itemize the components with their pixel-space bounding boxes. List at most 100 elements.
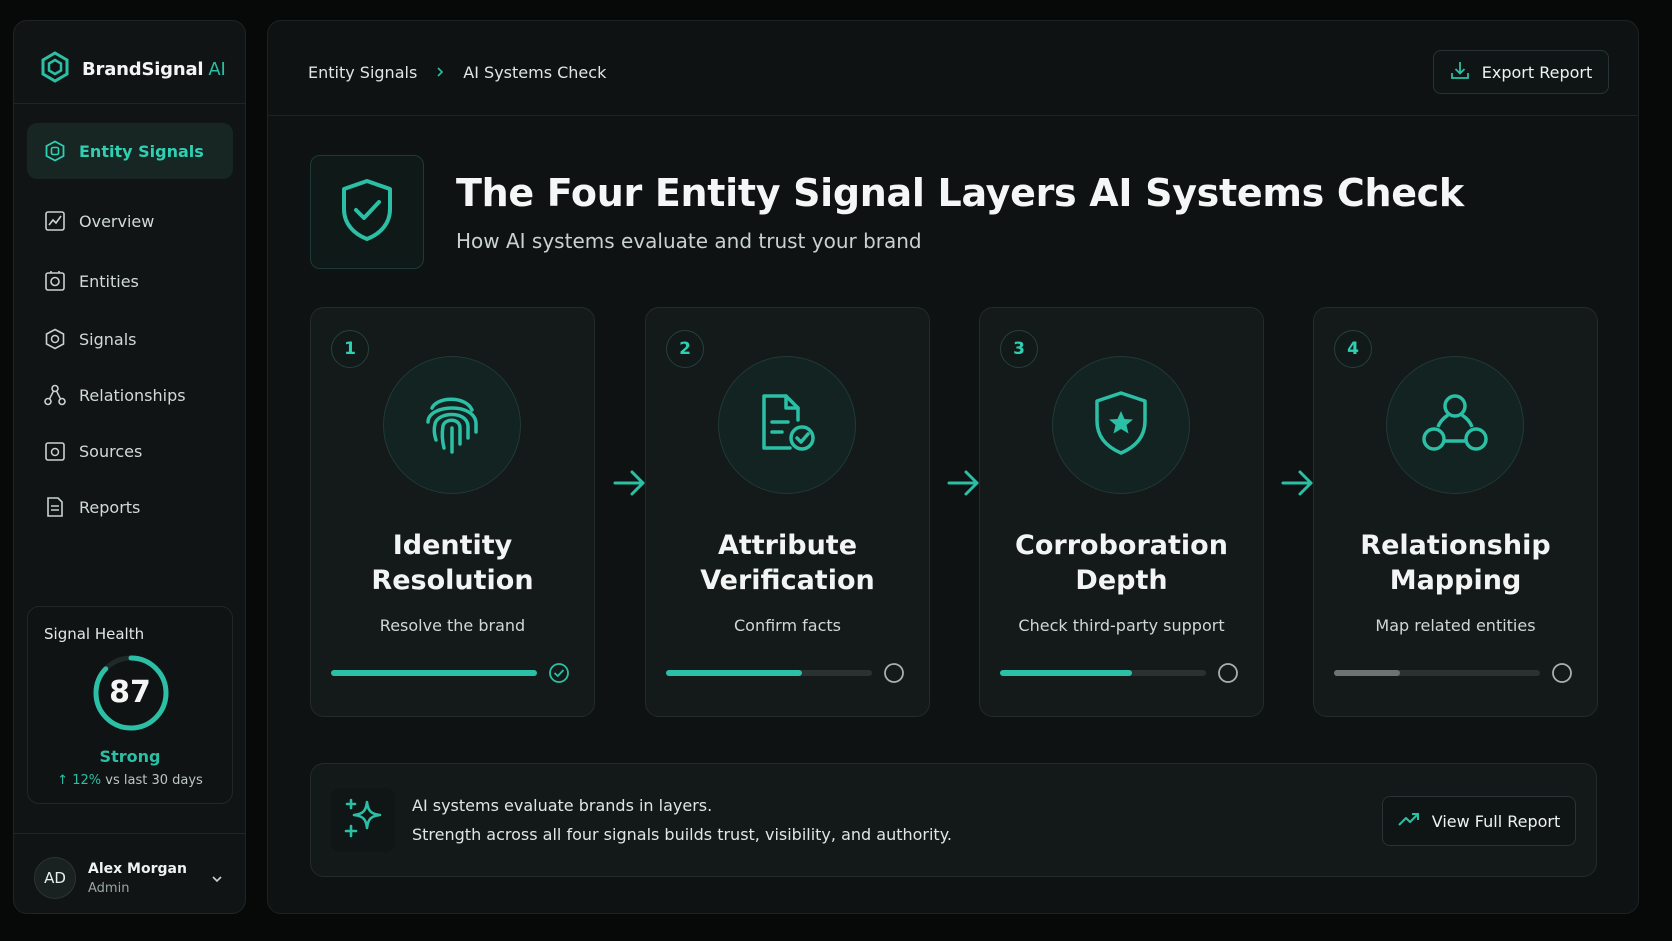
fingerprint-icon bbox=[420, 388, 484, 462]
sidebar-item-relationships[interactable]: Relationships bbox=[27, 367, 233, 423]
sidebar-item-reports[interactable]: Reports bbox=[27, 479, 233, 535]
breadcrumb: Entity Signals AI Systems Check bbox=[308, 63, 606, 82]
signal-health-score: 87 bbox=[109, 675, 151, 710]
step-number: 4 bbox=[1334, 330, 1372, 368]
pending-circle-icon bbox=[1217, 662, 1239, 684]
progress-fill bbox=[1334, 670, 1400, 676]
insight-banner: AI systems evaluate brands in layers. St… bbox=[310, 763, 1597, 877]
hero-shield bbox=[310, 155, 424, 269]
sidebar-item-label: Signals bbox=[79, 329, 137, 349]
sidebar-item-label: Relationships bbox=[79, 385, 186, 405]
trending-up-icon bbox=[1398, 811, 1420, 831]
card-icon-circle bbox=[1052, 356, 1190, 494]
hexagon-logo-icon bbox=[40, 51, 70, 87]
signal-health-card: Signal Health 87 Strong ↑ 12% vs last 30… bbox=[27, 606, 233, 804]
sidebar-item-label: Reports bbox=[79, 497, 141, 517]
insight-line-1: AI systems evaluate brands in layers. bbox=[412, 796, 713, 815]
delta-value: 12% bbox=[72, 773, 102, 788]
card-icon-circle bbox=[1386, 356, 1524, 494]
breadcrumb-current: AI Systems Check bbox=[463, 63, 607, 82]
chevron-down-icon[interactable] bbox=[210, 871, 224, 890]
card-description: Check third-party support bbox=[1018, 616, 1225, 635]
progress-bar bbox=[1000, 670, 1206, 676]
sidebar-item-overview[interactable]: Overview bbox=[27, 191, 233, 251]
divider bbox=[14, 103, 245, 104]
step-number: 3 bbox=[1000, 330, 1038, 368]
signal-card-corroboration-depth[interactable]: 3 Corroboration Depth Check third-party s… bbox=[979, 307, 1264, 717]
network-icon bbox=[1420, 391, 1490, 459]
sidebar-item-label: Sources bbox=[79, 441, 143, 461]
arrow-right-icon bbox=[945, 465, 981, 501]
card-title: Attribute Verification bbox=[700, 530, 875, 596]
user-role: Admin bbox=[88, 880, 130, 896]
progress-fill bbox=[666, 670, 802, 676]
user-menu[interactable]: AD Alex Morgan Admin bbox=[34, 857, 234, 899]
main-panel: Entity Signals AI Systems Check Export R… bbox=[267, 20, 1639, 914]
step-number: 1 bbox=[331, 330, 369, 368]
card-title: Relationship Mapping bbox=[1360, 530, 1551, 596]
breadcrumb-root[interactable]: Entity Signals bbox=[308, 63, 417, 82]
sparkle-icon bbox=[341, 796, 385, 844]
entities-icon bbox=[44, 270, 66, 292]
topbar: Entity Signals AI Systems Check Export R… bbox=[268, 21, 1638, 116]
pending-circle-icon bbox=[883, 662, 905, 684]
brand-name: BrandSignal AI bbox=[82, 58, 226, 80]
export-report-button[interactable]: Export Report bbox=[1433, 50, 1609, 94]
arrow-up-icon: ↑ bbox=[57, 773, 69, 788]
shield-star-icon bbox=[1090, 389, 1152, 461]
pending-circle-icon bbox=[1551, 662, 1573, 684]
document-icon bbox=[44, 496, 66, 518]
network-icon bbox=[44, 384, 66, 406]
card-description: Confirm facts bbox=[734, 616, 841, 635]
signal-card-attribute-verification[interactable]: 2 Attribute Verification Confirm facts bbox=[645, 307, 930, 717]
signal-health-title: Signal Health bbox=[44, 625, 145, 643]
avatar: AD bbox=[34, 857, 76, 899]
chart-icon bbox=[44, 210, 66, 232]
progress-bar bbox=[1334, 670, 1540, 676]
view-full-report-button[interactable]: View Full Report bbox=[1382, 796, 1576, 846]
verified-document-icon bbox=[756, 390, 818, 460]
sidebar-item-entity-signals[interactable]: Entity Signals bbox=[27, 123, 233, 179]
divider bbox=[14, 833, 245, 834]
card-description: Resolve the brand bbox=[379, 616, 526, 635]
sidebar-item-label: Entity Signals bbox=[79, 141, 204, 161]
card-title: Corroboration Depth bbox=[1015, 530, 1228, 596]
progress-fill bbox=[1000, 670, 1132, 676]
signals-icon bbox=[44, 328, 66, 350]
signal-health-delta: ↑ 12% vs last 30 days bbox=[28, 773, 232, 788]
progress-bar bbox=[666, 670, 872, 676]
card-icon-circle bbox=[718, 356, 856, 494]
sidebar-item-signals[interactable]: Signals bbox=[27, 311, 233, 367]
delta-text: vs last 30 days bbox=[105, 773, 203, 788]
page-title: The Four Entity Signal Layers AI Systems… bbox=[456, 171, 1464, 215]
card-icon-circle bbox=[383, 356, 521, 494]
arrow-right-icon bbox=[1279, 465, 1315, 501]
brand-logo[interactable]: BrandSignal AI bbox=[40, 51, 226, 87]
card-title: Identity Resolution bbox=[371, 530, 534, 596]
signal-card-relationship-mapping[interactable]: 4 Relationship Mapping Map related entiti… bbox=[1313, 307, 1598, 717]
sidebar-item-sources[interactable]: Sources bbox=[27, 423, 233, 479]
entity-icon bbox=[44, 140, 66, 162]
sidebar-nav: Entity Signals Overview Entities Signals… bbox=[27, 123, 233, 535]
check-circle-icon bbox=[548, 662, 570, 684]
view-full-report-label: View Full Report bbox=[1431, 811, 1561, 831]
progress-fill bbox=[331, 670, 537, 676]
sources-icon bbox=[44, 440, 66, 462]
sidebar-item-entities[interactable]: Entities bbox=[27, 251, 233, 311]
export-report-label: Export Report bbox=[1481, 62, 1593, 82]
insight-icon-box bbox=[331, 788, 395, 852]
chevron-right-icon bbox=[435, 63, 445, 82]
shield-check-icon bbox=[337, 177, 397, 247]
user-name: Alex Morgan bbox=[88, 860, 187, 877]
signal-card-identity-resolution[interactable]: 1 Identity Resolution Resolve the brand bbox=[310, 307, 595, 717]
signal-health-status: Strong bbox=[99, 747, 161, 766]
step-number: 2 bbox=[666, 330, 704, 368]
page-subtitle: How AI systems evaluate and trust your b… bbox=[456, 229, 922, 253]
arrow-right-icon bbox=[611, 465, 647, 501]
sidebar-item-label: Overview bbox=[79, 211, 155, 231]
progress-bar bbox=[331, 670, 537, 676]
sidebar: BrandSignal AI Entity Signals Overview En… bbox=[13, 20, 246, 914]
card-description: Map related entities bbox=[1375, 616, 1536, 635]
insight-line-2: Strength across all four signals builds … bbox=[412, 825, 952, 844]
sidebar-item-label: Entities bbox=[79, 271, 139, 291]
